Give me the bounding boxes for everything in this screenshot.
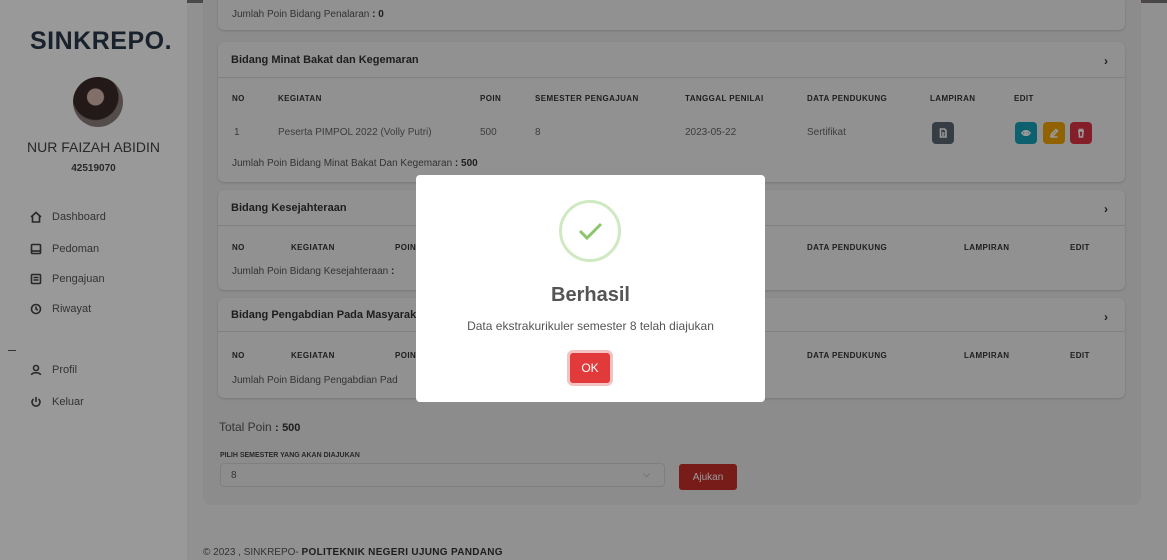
success-check-icon	[559, 200, 621, 262]
modal-title: Berhasil	[551, 284, 630, 306]
modal-message: Data ekstrakurikuler semester 8 telah di…	[467, 319, 714, 333]
ok-button[interactable]: OK	[570, 353, 610, 383]
success-modal: Berhasil Data ekstrakurikuler semester 8…	[416, 175, 765, 402]
